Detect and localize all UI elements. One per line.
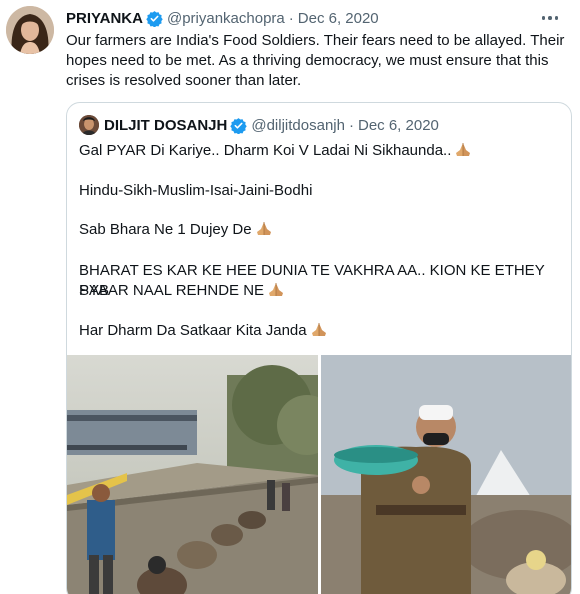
verified-badge-icon bbox=[230, 117, 248, 134]
author-avatar[interactable] bbox=[6, 6, 54, 54]
quoted-tweet[interactable]: DILJIT DOSANJH @diljitdosanjh · Dec 6, 2… bbox=[66, 102, 572, 594]
quoted-author-handle[interactable]: @diljitdosanjh bbox=[251, 117, 345, 134]
separator: · bbox=[288, 9, 294, 27]
quoted-line-text: PYAAR NAAL REHNDE NE bbox=[79, 282, 265, 299]
quoted-line: Gal PYAR Di Kariye.. Dharm Koi V Ladai N… bbox=[79, 141, 559, 163]
tweet-date[interactable]: Dec 6, 2020 bbox=[298, 10, 379, 27]
tweet[interactable]: PRIYANKA @priyankachopra · Dec 6, 2020 O… bbox=[0, 0, 580, 594]
folded-hands-icon bbox=[454, 141, 472, 163]
quoted-author-avatar[interactable] bbox=[79, 115, 99, 135]
quoted-line: Sab Bhara Ne 1 Dujey De bbox=[79, 220, 559, 242]
folded-hands-icon bbox=[255, 220, 273, 242]
tweet-text: Our farmers are India's Food Soldiers. T… bbox=[66, 32, 565, 89]
quoted-line-text: Gal PYAR Di Kariye.. Dharm Koi V Ladai N… bbox=[79, 142, 452, 159]
verified-badge-icon bbox=[146, 10, 163, 27]
quoted-line-text: Hindu-Sikh-Muslim-Isai-Jaini-Bodhi bbox=[79, 182, 313, 199]
quoted-line: Har Dharm Da Satkaar Kita Janda bbox=[79, 321, 559, 343]
photo-roadside-langar[interactable] bbox=[67, 355, 318, 594]
more-options-icon[interactable] bbox=[540, 9, 560, 27]
author-name[interactable]: PRIYANKA bbox=[66, 10, 143, 27]
quoted-line: PYAAR NAAL REHNDE NE bbox=[79, 281, 559, 303]
quoted-author-name[interactable]: DILJIT DOSANJH bbox=[104, 117, 227, 134]
folded-hands-icon bbox=[310, 321, 328, 343]
quoted-tweet-header: DILJIT DOSANJH @diljitdosanjh · Dec 6, 2… bbox=[79, 115, 439, 135]
tweet-header: PRIYANKA @priyankachopra · Dec 6, 2020 bbox=[66, 8, 379, 28]
photo-officer-serving[interactable] bbox=[321, 355, 571, 594]
quoted-media bbox=[67, 355, 571, 594]
separator: · bbox=[348, 116, 354, 134]
author-handle[interactable]: @priyankachopra bbox=[167, 10, 285, 27]
folded-hands-icon bbox=[267, 281, 285, 303]
quoted-tweet-date[interactable]: Dec 6, 2020 bbox=[358, 117, 439, 134]
quoted-line: Hindu-Sikh-Muslim-Isai-Jaini-Bodhi bbox=[79, 181, 559, 201]
quoted-line-text: Sab Bhara Ne 1 Dujey De bbox=[79, 221, 252, 238]
quoted-line-text: Har Dharm Da Satkaar Kita Janda bbox=[79, 322, 307, 339]
